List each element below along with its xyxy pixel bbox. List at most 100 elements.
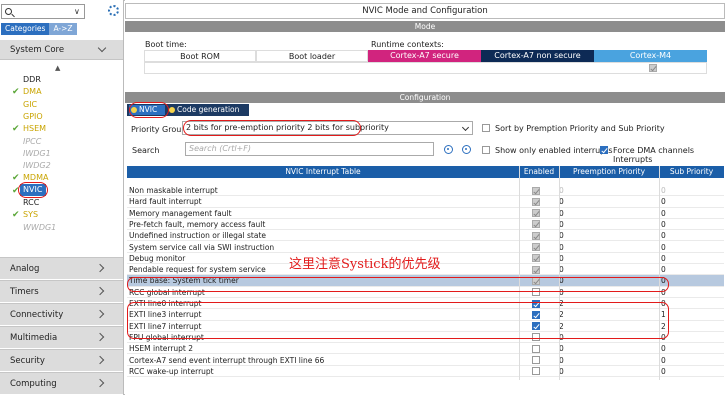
interrupt-name: Pendable request for system service	[129, 265, 266, 275]
sub-priority-value[interactable]: 0	[661, 230, 666, 241]
sidebar-item-iwdg2[interactable]: IWDG2	[23, 160, 51, 172]
enabled-checkbox	[532, 197, 540, 206]
core-m4: Cortex-M4	[594, 50, 707, 62]
header-sub-priority: Sub Priority	[669, 167, 714, 176]
sub-priority-value[interactable]: 0	[661, 242, 666, 253]
table-row[interactable]: Memory management fault 0 0	[127, 208, 724, 219]
annotation-ring-exti	[127, 302, 669, 339]
annotation-ring-nvic	[18, 182, 48, 198]
table-row[interactable]: RCC wake-up interrupt 0 0	[127, 366, 724, 378]
sidebar-item-ddr[interactable]: DDR	[23, 74, 41, 86]
table-row[interactable]: Cortex-A7 send event interrupt through E…	[127, 355, 724, 366]
search-icon	[5, 8, 12, 15]
left-panel: ∨ Categories A->Z System Core ▲ DDR ✔ DMA G…	[0, 0, 124, 395]
interrupt-search-input[interactable]: Search (Crtl+F)	[185, 142, 434, 156]
sidebar-item-gpio[interactable]: GPIO	[23, 111, 43, 123]
sidebar-item-rcc[interactable]: RCC	[23, 197, 39, 209]
sub-priority-value[interactable]: 0	[661, 366, 666, 377]
table-row[interactable]: Pre-fetch fault, memory access fault 0 0	[127, 219, 724, 231]
search-prev-icon[interactable]	[444, 145, 453, 154]
check-icon: ✔	[12, 87, 20, 98]
boot-rom-cell: Boot ROM	[144, 50, 256, 62]
annotation-ring-nvic-tab	[129, 102, 169, 118]
sort-priority-checkbox[interactable]	[482, 124, 490, 132]
category-system-core[interactable]: System Core	[0, 40, 123, 60]
tab-categories[interactable]: Categories	[1, 23, 50, 35]
header-preemption: Preemption Priority	[572, 167, 646, 176]
column-divider	[519, 166, 520, 380]
header-enabled: Enabled	[523, 167, 555, 176]
show-enabled-checkbox[interactable]	[482, 146, 490, 154]
check-icon: ✔	[12, 210, 20, 221]
sub-priority-value[interactable]: 0	[661, 219, 666, 230]
chevron-down-icon[interactable]: ∨	[74, 7, 80, 16]
sidebar-item-hsem[interactable]: HSEM	[23, 123, 46, 135]
interrupt-name: Cortex-A7 send event interrupt through E…	[129, 355, 325, 365]
search-next-icon[interactable]	[462, 145, 471, 154]
chevron-right-icon	[95, 332, 105, 342]
sub-priority-value[interactable]: 0	[661, 343, 666, 354]
table-row[interactable]: Hard fault interrupt 0 0	[127, 196, 724, 208]
chevron-right-icon	[95, 309, 105, 319]
mode-section-bar: Mode	[125, 21, 725, 32]
radio-icon	[169, 107, 175, 113]
enabled-checkbox[interactable]	[532, 344, 540, 353]
sidebar-item-iwdg1[interactable]: IWDG1	[23, 148, 51, 160]
interrupt-name: Memory management fault	[129, 208, 232, 218]
sub-priority-value[interactable]: 0	[661, 196, 666, 207]
show-enabled-label: Show only enabled interrupts	[495, 146, 613, 155]
enabled-checkbox[interactable]	[532, 356, 540, 364]
configuration-section-bar: Configuration	[125, 92, 725, 103]
interrupt-name: Hard fault interrupt	[129, 197, 202, 207]
priority-group-label: Priority Group	[131, 125, 187, 134]
enabled-checkbox	[532, 243, 540, 251]
enabled-checkbox	[532, 265, 540, 274]
table-row[interactable]: Undefined instruction or illegal state 0 0	[127, 230, 724, 242]
chevron-right-icon	[95, 355, 105, 365]
enabled-checkbox[interactable]	[532, 367, 540, 376]
interrupt-name: Pre-fetch fault, memory access fault	[129, 219, 266, 229]
sort-priority-label: Sort by Premption Priority and Sub Prior…	[495, 124, 665, 133]
tab-a-z[interactable]: A->Z	[49, 23, 77, 35]
gear-icon[interactable]	[108, 5, 119, 16]
force-dma-checkbox[interactable]	[600, 146, 608, 154]
chevron-right-icon	[95, 263, 105, 273]
category-label: Multimedia	[10, 333, 58, 343]
sub-priority-value[interactable]: 0	[661, 264, 666, 275]
table-row[interactable]: System service call via SWI instruction 0…	[127, 242, 724, 253]
sidebar-item-gic[interactable]: GIC	[23, 99, 37, 111]
tab-code-generation[interactable]: Code generation	[167, 105, 247, 115]
boot-loader-cell: Boot loader	[256, 50, 368, 62]
category-label: System Core	[10, 45, 65, 55]
sidebar-item-wwdg1[interactable]: WWDG1	[23, 222, 56, 234]
chevron-down-icon	[461, 123, 470, 132]
interrupt-name: RCC wake-up interrupt	[129, 366, 214, 376]
category-multimedia[interactable]: Multimedia	[0, 326, 123, 348]
category-timers[interactable]: Timers	[0, 280, 123, 302]
check-icon: ✔	[12, 173, 20, 184]
category-connectivity[interactable]: Connectivity	[0, 303, 123, 325]
sub-priority-value[interactable]: 0	[661, 185, 666, 196]
sidebar-item-dma[interactable]: DMA	[23, 86, 42, 98]
sidebar-item-ipcc[interactable]: IPCC	[23, 136, 41, 148]
category-label: Security	[10, 356, 45, 366]
category-security[interactable]: Security	[0, 349, 123, 371]
sub-priority-value[interactable]: 0	[661, 355, 666, 366]
table-row[interactable]: Non maskable interrupt 0 0	[127, 185, 724, 197]
sidebar-item-sys[interactable]: SYS	[23, 209, 38, 221]
column-divider	[659, 166, 660, 380]
category-label: Computing	[10, 379, 57, 389]
sub-priority-value[interactable]: 0	[661, 253, 666, 264]
category-computing[interactable]: Computing	[0, 372, 123, 394]
sub-priority-value[interactable]: 0	[661, 208, 666, 219]
interrupt-name: Undefined instruction or illegal state	[129, 231, 266, 241]
table-row[interactable]: HSEM interrupt 200	[127, 343, 724, 355]
enabled-checkbox	[532, 209, 540, 218]
category-analog[interactable]: Analog	[0, 257, 123, 279]
tab-label: Code generation	[177, 105, 240, 114]
enabled-checkbox	[532, 186, 540, 195]
chevron-right-icon	[95, 286, 105, 296]
scroll-up-icon[interactable]: ▲	[55, 64, 60, 72]
peripheral-search-input[interactable]: ∨	[1, 4, 85, 19]
chevron-right-icon	[95, 378, 105, 388]
